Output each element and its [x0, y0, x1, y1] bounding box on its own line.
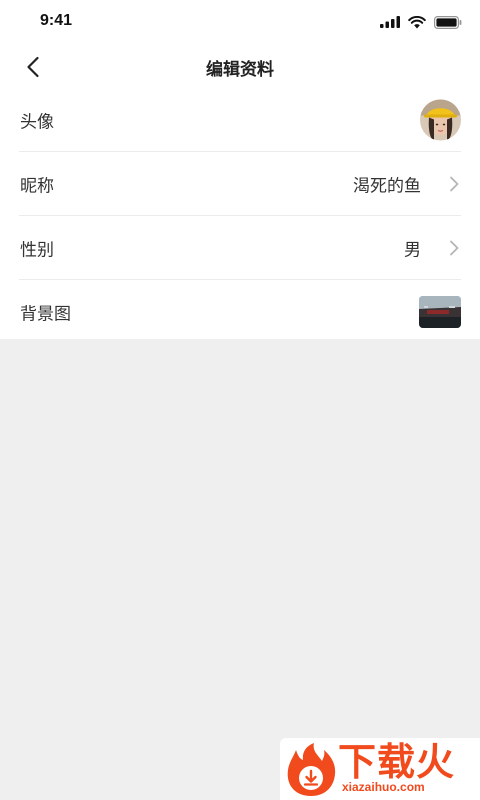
row-label-background-image: 背景图 — [20, 304, 71, 324]
profile-settings-list: 头像 昵称 渴死的鱼 性别 男 背景图 — [0, 88, 480, 339]
flame-download-icon — [287, 743, 336, 796]
row-nickname[interactable]: 昵称 渴死的鱼 — [19, 152, 461, 216]
cellular-signal-icon — [380, 16, 400, 28]
status-icons — [380, 14, 462, 30]
row-label-gender: 性别 — [20, 240, 54, 260]
status-time: 9:41 — [40, 12, 73, 29]
row-background-image[interactable]: 背景图 — [19, 280, 461, 343]
status-bar: 9:41 — [0, 0, 480, 44]
background-image-thumbnail[interactable] — [419, 295, 461, 328]
chevron-right-icon — [450, 240, 459, 255]
row-avatar[interactable]: 头像 — [19, 88, 461, 152]
battery-icon — [434, 15, 462, 29]
top-bar: 9:41 编辑资料 — [0, 0, 480, 88]
row-gender[interactable]: 性别 男 — [19, 216, 461, 280]
nickname-value: 渴死的鱼 — [353, 176, 421, 196]
chevron-right-icon — [450, 176, 459, 191]
watermark-site: xiazaihuo.com — [342, 780, 425, 794]
wifi-icon — [408, 15, 426, 28]
avatar-image[interactable] — [420, 99, 461, 140]
watermark-logo: 下载火 xiazaihuo.com — [280, 738, 480, 800]
row-label-nickname: 昵称 — [20, 176, 54, 196]
row-label-avatar: 头像 — [20, 112, 54, 132]
gender-value: 男 — [404, 240, 421, 260]
watermark-brand: 下载火 — [338, 740, 456, 784]
page-title: 编辑资料 — [206, 60, 274, 80]
navigation-bar: 编辑资料 — [0, 44, 480, 88]
